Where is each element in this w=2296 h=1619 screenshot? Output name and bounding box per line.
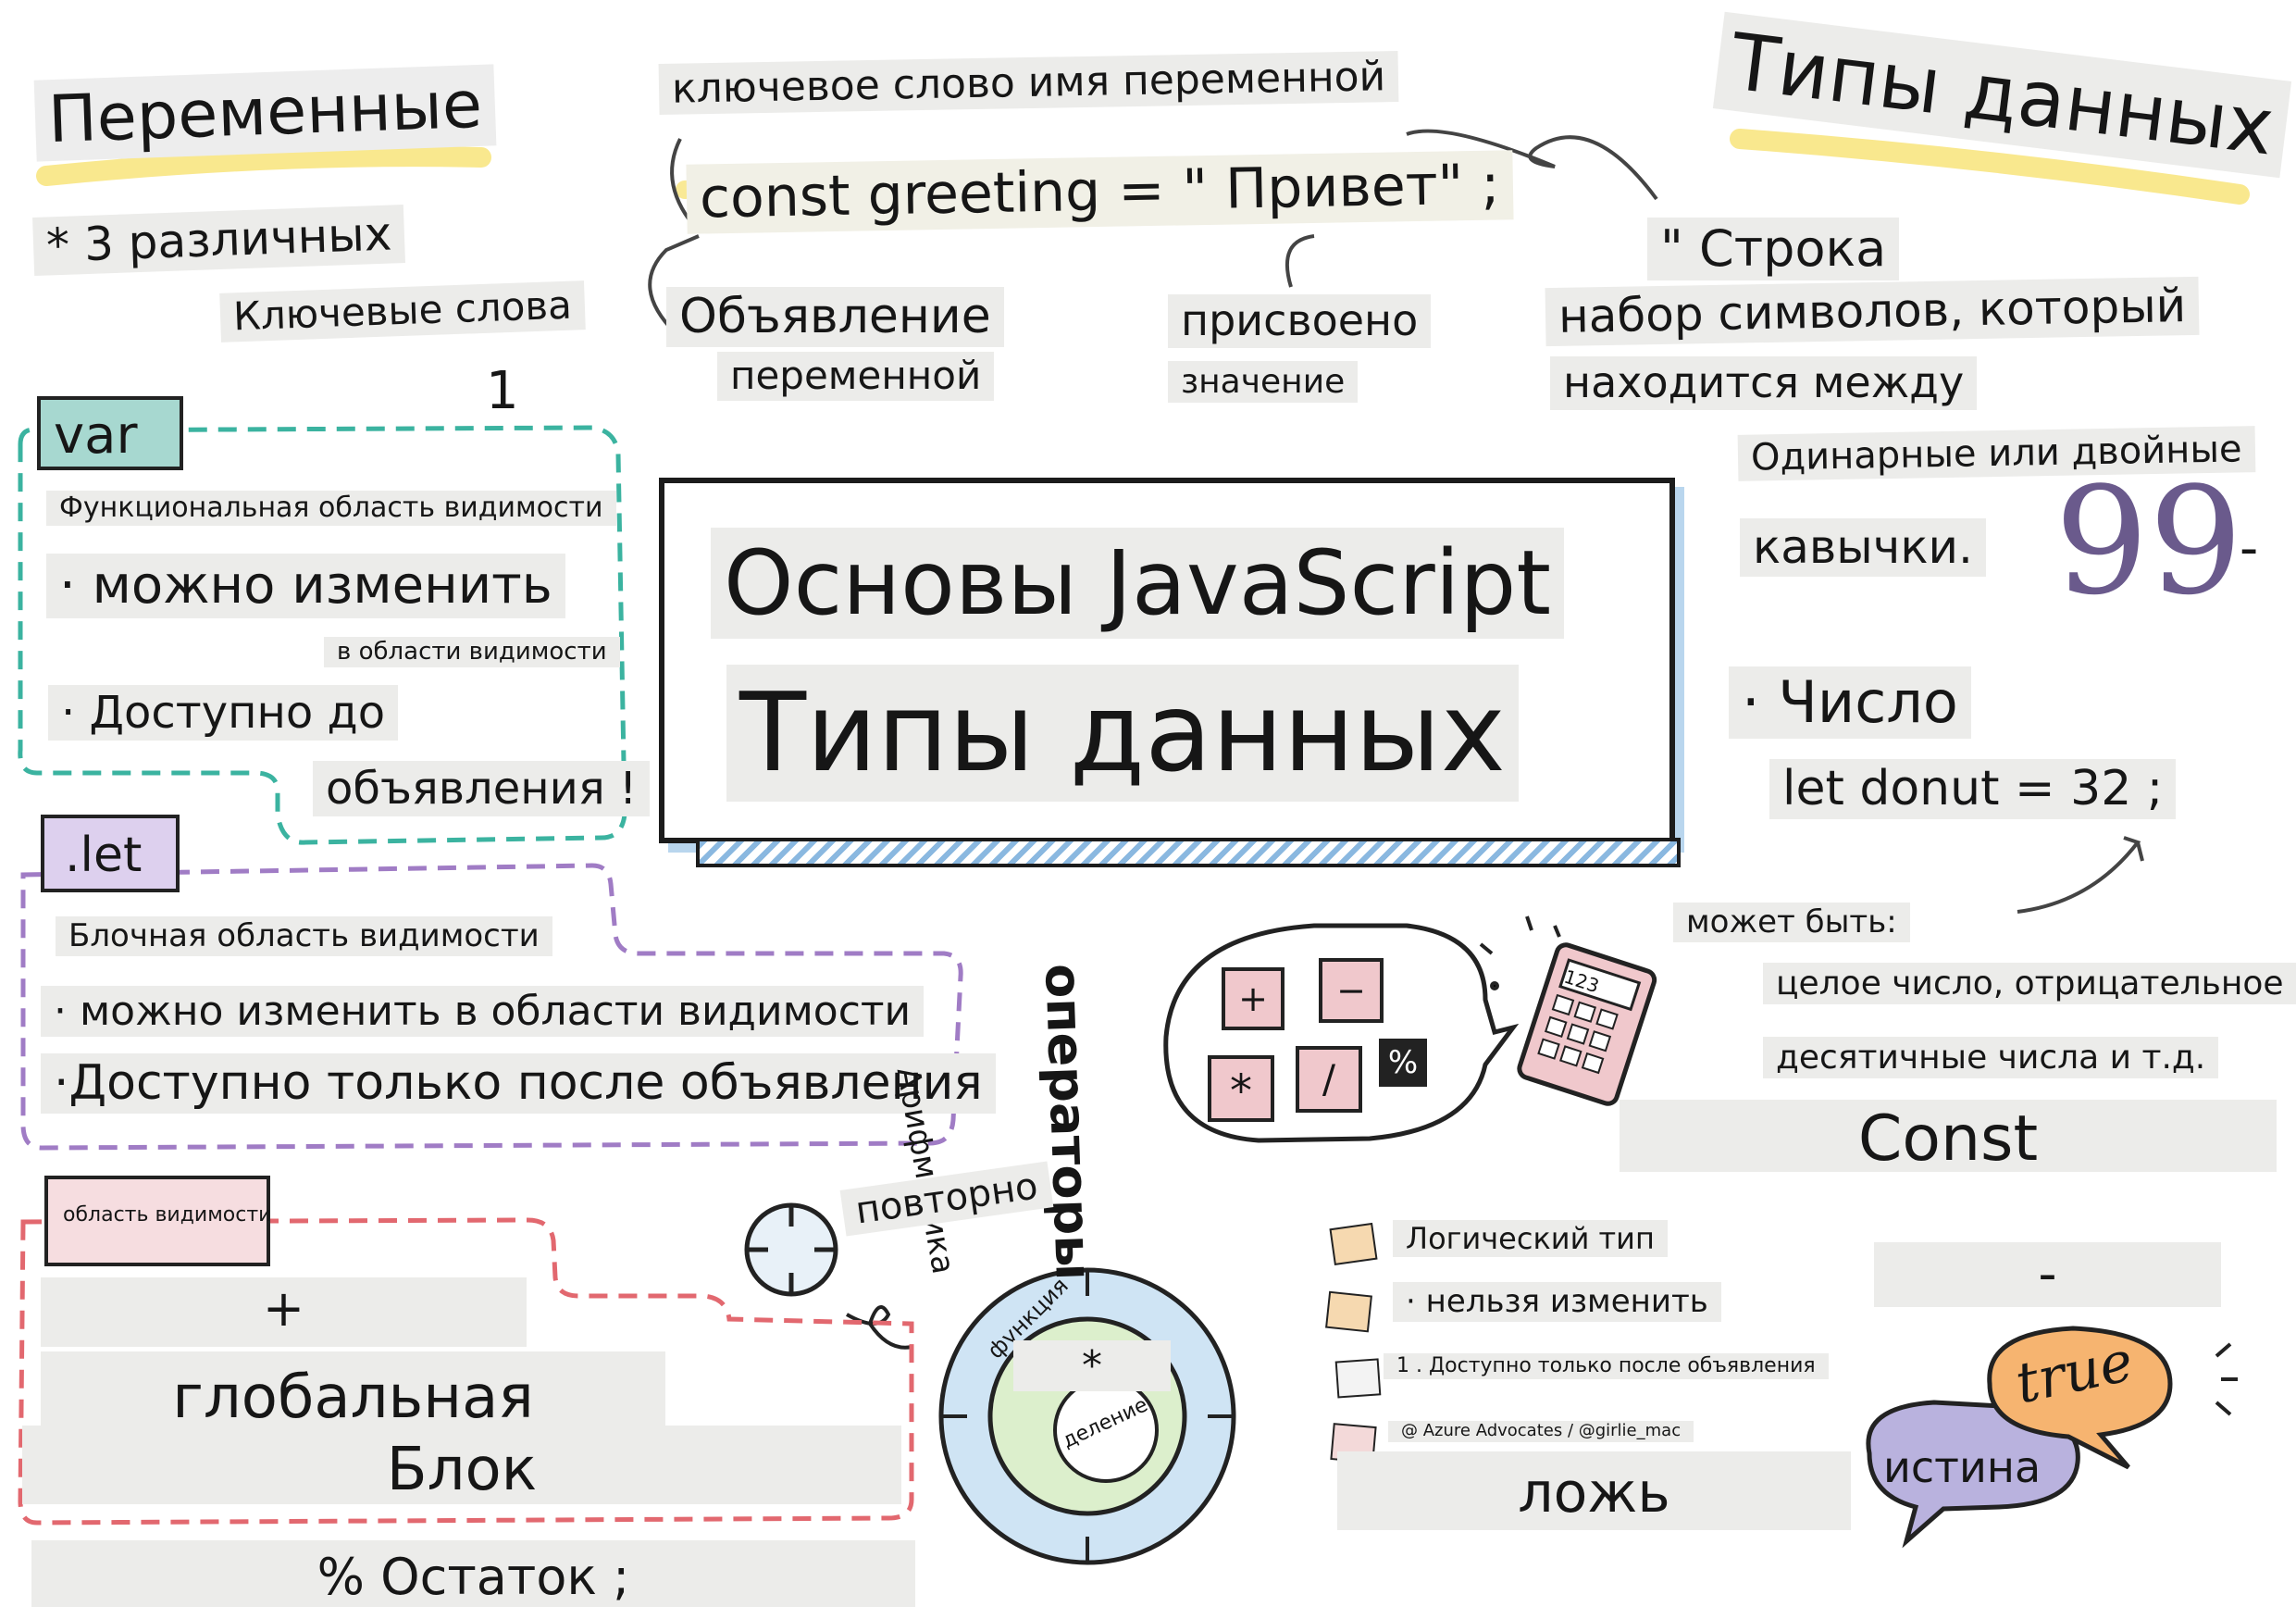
operators-label: операторы [1034,963,1103,1282]
calculator-icon [1517,942,1657,1106]
var-tag-label: var [54,405,138,466]
string-dash: - [2240,518,2259,579]
number-one-label: 1 [486,361,519,421]
let-scope-label: Блочная область видимости [56,916,552,956]
arrow-number [2017,836,2144,914]
const-note-icons [1325,1222,1382,1464]
var-scope-label: Функциональная область видимости [46,491,616,526]
let-tag-label: .let [65,828,143,883]
let-can-change: · можно изменить в области видимости [41,986,925,1037]
const-dash: - [1874,1242,2221,1307]
false-label: ложь [1337,1451,1851,1530]
code-example: const greeting = " Привет" ; [686,150,1514,234]
arrow-assigned [1285,234,1315,288]
scope-tag-label: область видимости [63,1203,272,1227]
number-desc-line2: десятичные числа и т.д. [1763,1037,2219,1078]
number-can-be: может быть: [1673,903,1910,942]
declaration-sub-label: переменной [717,352,995,401]
declaration-label: Объявление [666,287,1004,347]
cannot-change-label: · нельзя изменить [1393,1282,1721,1322]
boolean-label: Логический тип [1393,1220,1668,1257]
modulo-rings [938,1267,1236,1565]
string-desc-line1: набор символов, который [1545,276,2200,346]
center-title-hatch [696,838,1681,867]
variables-title: Переменные [33,64,497,162]
clock-icon [744,1202,838,1297]
divide-key: / [1296,1046,1362,1113]
number-title: · Число [1729,666,1971,739]
credit-label: @ Azure Advocates / @girlie_mac [1388,1421,1694,1442]
const-available-label: 1 . Доступно только после объявления [1384,1353,1829,1379]
scope-remainder-label: % Остаток ; [31,1540,915,1607]
var-can-change: · можно изменить [46,554,565,618]
let-available-after: ·Доступно только после объявления [41,1053,996,1114]
plus-key: + [1222,967,1285,1030]
scope-global-label: глобальная [41,1351,665,1432]
quote-marks-icon: 99 [2054,455,2243,628]
assigned-label: присвоено [1168,294,1432,348]
multiply-key: * [1208,1055,1274,1122]
value-label: значение [1168,361,1359,403]
squiggle-arrow [846,1305,912,1350]
var-available-line1: · Доступно до [48,685,399,741]
minus-key: − [1319,958,1384,1023]
var-in-scope: в области видимости [324,637,620,667]
true-sparkles [2215,1342,2238,1416]
truth-label: истина [1883,1442,2042,1492]
percent-key: % [1379,1039,1427,1087]
string-title: " Строка [1647,218,1900,280]
scope-plus-label: + [41,1277,527,1347]
string-desc-line4: кавычки. [1740,518,1986,577]
string-desc-line2: находится между [1550,356,1978,410]
scope-block-label: Блок [22,1426,901,1504]
ring-star-label: * [1013,1340,1171,1391]
center-title: Основы JavaScript [711,528,1564,639]
number-desc-line1: целое число, отрицательное [1763,963,2296,1004]
var-available-line2: объявления ! [313,761,651,816]
title-highlight-stroke [36,146,491,186]
number-code: let donut = 32 ; [1769,759,2177,819]
const-title: Const [1620,1100,2277,1176]
center-subtitle: Типы данных [726,665,1519,802]
